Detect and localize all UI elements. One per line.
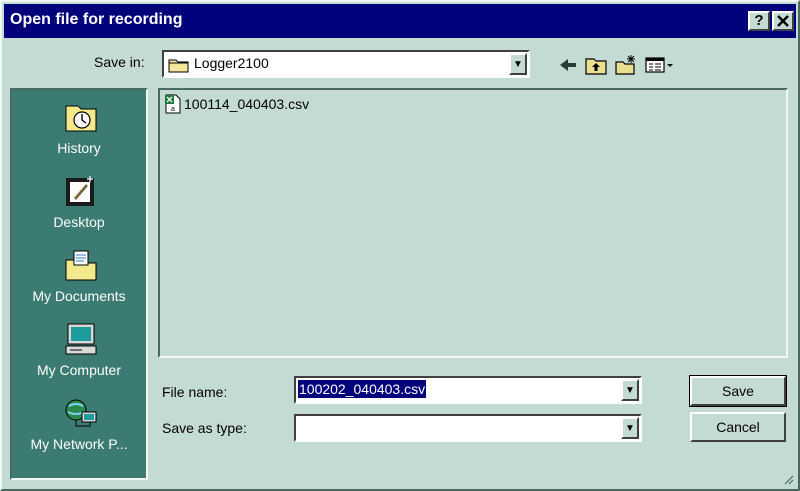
save-as-type-label: Save as type: [162,420,247,436]
my-computer-icon [65,323,97,355]
up-folder-icon[interactable] [584,54,608,76]
place-history[interactable]: History [12,100,146,174]
places-bar: History Desktop My Documents My Computer… [10,88,148,480]
view-menu-icon[interactable] [644,54,678,76]
new-folder-icon[interactable] [614,54,638,76]
help-button[interactable]: ? [748,11,770,31]
save-in-value: Logger2100 [194,55,269,71]
place-network[interactable]: My Network P... [12,396,146,470]
file-list[interactable]: a 100114_040403.csv [158,88,788,358]
chevron-down-icon: ▼ [625,423,635,434]
save-as-type-dropdown[interactable]: ▼ [294,414,642,442]
chevron-down-icon: ▼ [625,385,635,396]
place-my-computer[interactable]: My Computer [12,322,146,396]
chevron-down-icon: ▼ [513,59,523,70]
save-dialog: Open file for recording ? Save in: Logge… [0,0,800,491]
close-icon [777,15,789,27]
place-label-my-documents: My Documents [32,288,126,304]
history-icon [65,105,97,132]
file-name-value: 100202_040403.csv [298,380,427,398]
save-as-type-dropdown-arrow[interactable]: ▼ [621,417,639,439]
file-name-text: 100114_040403.csv [184,96,310,112]
place-label-history: History [57,140,101,156]
svg-text:a: a [171,106,175,113]
csv-file-icon: a [165,94,181,114]
file-name-input[interactable]: 100202_040403.csv ▼ [294,376,642,404]
save-button[interactable]: Save [689,375,787,407]
back-arrow-icon[interactable] [556,54,580,76]
place-label-desktop: Desktop [53,214,105,230]
place-label-network: My Network P... [30,436,128,452]
place-desktop[interactable]: Desktop [12,174,146,248]
resize-grip-icon[interactable] [782,473,794,485]
file-name-dropdown-arrow[interactable]: ▼ [621,379,639,401]
cancel-button[interactable]: Cancel [690,412,786,442]
save-in-dropdown-arrow[interactable]: ▼ [509,53,527,75]
desktop-icon [66,176,94,206]
place-my-documents[interactable]: My Documents [12,248,146,322]
title-bar[interactable]: Open file for recording ? [4,4,796,38]
my-documents-icon [65,250,97,281]
network-places-icon [65,399,97,427]
folder-icon [168,59,189,73]
save-in-dropdown[interactable]: Logger2100 ▼ [162,50,530,78]
save-in-label: Save in: [94,54,145,70]
file-name-label: File name: [162,384,228,400]
dialog-title: Open file for recording [10,11,183,28]
close-button[interactable] [772,11,794,31]
place-label-my-computer: My Computer [36,362,122,378]
